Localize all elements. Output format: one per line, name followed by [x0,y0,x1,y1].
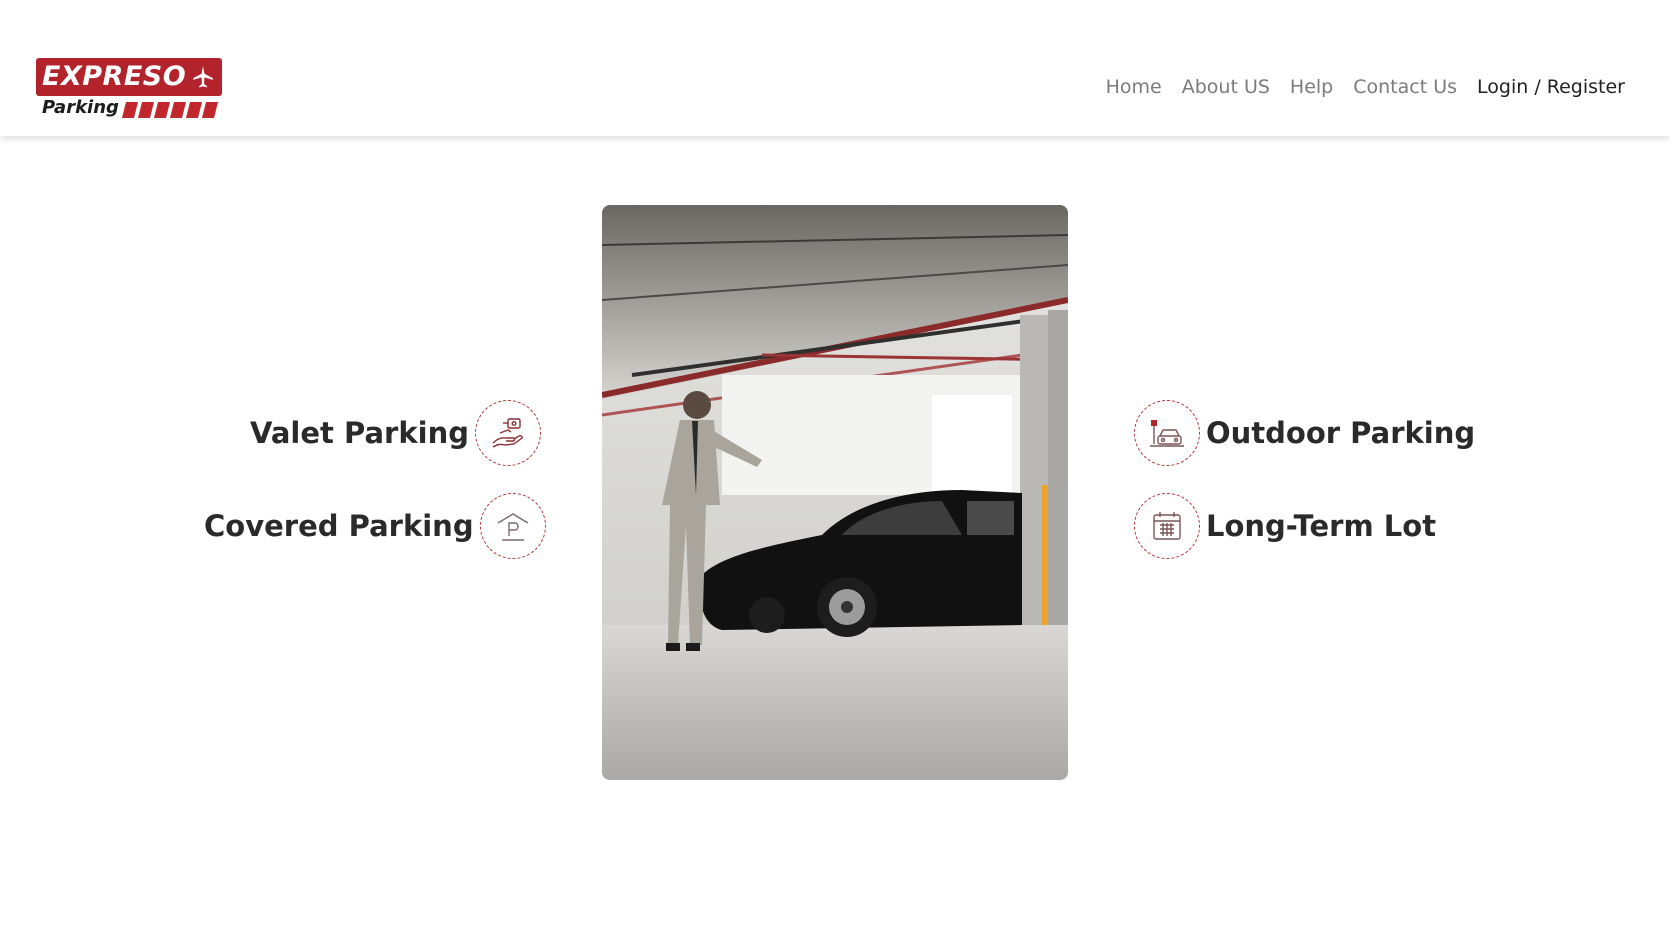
feature-outdoor-parking[interactable]: Outdoor Parking [1134,400,1475,466]
feature-label: Covered Parking [204,509,474,543]
valet-man-with-car-photo [602,205,1068,780]
nav-help-link[interactable]: Help [1290,72,1333,102]
feature-label: Outdoor Parking [1206,416,1476,450]
nav-contact-link[interactable]: Contact Us [1353,72,1457,102]
nav-about-link[interactable]: About US [1182,72,1270,102]
main-nav: Home About US Help Contact Us Login / Re… [1086,72,1625,102]
logo-stripes [122,102,220,119]
covered-parking-p-icon [479,493,546,559]
feature-label: Valet Parking [250,416,469,450]
logo-brand-block: EXPRESO [36,58,222,96]
nav-home-link[interactable]: Home [1106,72,1162,102]
site-header: EXPRESO Parking Home About US Help Conta… [0,0,1670,136]
feature-valet-parking[interactable]: Valet Parking [250,400,541,466]
calendar-icon [1134,493,1200,559]
airplane-icon [193,66,213,88]
valet-hand-key-icon [474,400,541,466]
outdoor-car-icon [1134,400,1200,466]
logo-bottom-text: Parking [42,97,119,118]
expreso-parking-logo[interactable]: EXPRESO Parking [36,58,222,121]
feature-label: Long-Term Lot [1206,509,1437,543]
logo-top-text: EXPRESO [42,61,187,92]
feature-long-term-lot[interactable]: Long-Term Lot [1134,493,1436,559]
feature-covered-parking[interactable]: Covered Parking [204,493,546,559]
nav-login-register-link[interactable]: Login / Register [1477,72,1625,102]
